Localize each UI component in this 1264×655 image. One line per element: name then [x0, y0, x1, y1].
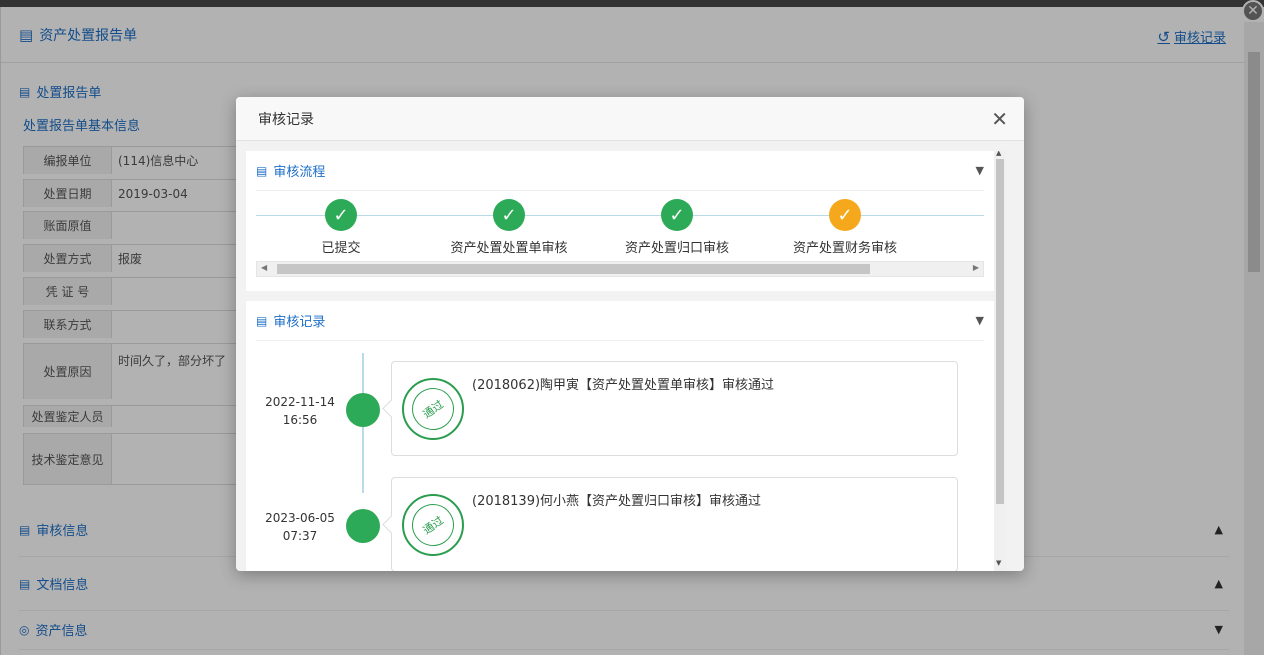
flow-title: 审核流程: [273, 165, 326, 180]
record-time: 07:37: [282, 529, 318, 543]
modal-title: 审核记录: [258, 111, 314, 128]
modal-scrollbar-thumb[interactable]: [996, 159, 1004, 504]
approved-stamp: 通过: [402, 494, 464, 556]
close-icon[interactable]: ✕: [991, 107, 1008, 131]
flow-scrollbar-thumb[interactable]: [277, 264, 870, 274]
record-date: 2022-11-14: [265, 395, 335, 409]
record-datetime: 2023-06-05 07:37: [256, 509, 344, 545]
flow-step: ✓ 资产处置财务审核: [760, 199, 930, 256]
step-label: 资产处置处置单审核: [450, 241, 568, 256]
timeline-dot: [346, 509, 380, 543]
check-icon: ✓: [661, 199, 693, 231]
audit-records-card: ▤ 审核记录 ▼ 2022-11-14 16:56 通过 (2018062)陶甲寅…: [246, 301, 994, 571]
flow-step: ✓ 资产处置归口审核: [592, 199, 762, 256]
check-icon: ✓: [325, 199, 357, 231]
approved-stamp: 通过: [402, 378, 464, 440]
audit-records-header[interactable]: ▤ 审核记录 ▼: [256, 301, 984, 341]
step-label: 资产处置归口审核: [624, 241, 729, 256]
records-title: 审核记录: [273, 315, 326, 330]
modal-vertical-scrollbar[interactable]: ▲ ▼: [994, 151, 1006, 571]
stamp-text: 通过: [403, 495, 463, 555]
document-icon: ▤: [256, 163, 268, 178]
record-text: (2018062)陶甲寅【资产处置处置单审核】审核通过: [472, 378, 775, 393]
check-icon: ✓: [829, 199, 861, 231]
chevron-down-icon[interactable]: ▼: [976, 164, 984, 177]
flow-step: ✓ 已提交: [256, 199, 426, 256]
modal-body: ▤ 审核流程 ▼ ✓ 已提交 ✓ 资产处置处置单审核 ✓ 资产处置归口审核 ✓ …: [246, 151, 1006, 571]
record-card: 通过 (2018062)陶甲寅【资产处置处置单审核】审核通过: [391, 361, 958, 456]
flow-step: ✓ 资产处置处置单审核: [424, 199, 594, 256]
record-text: (2018139)何小燕【资产处置归口审核】审核通过: [472, 494, 762, 509]
audit-flow-card: ▤ 审核流程 ▼ ✓ 已提交 ✓ 资产处置处置单审核 ✓ 资产处置归口审核 ✓ …: [246, 151, 994, 291]
scroll-left-icon[interactable]: ◀: [261, 263, 267, 272]
modal-header: 审核记录 ✕: [236, 97, 1024, 141]
flow-steps: ✓ 已提交 ✓ 资产处置处置单审核 ✓ 资产处置归口审核 ✓ 资产处置财务审核: [256, 191, 984, 261]
scroll-up-icon[interactable]: ▲: [996, 151, 1001, 157]
check-icon: ✓: [493, 199, 525, 231]
document-icon: ▤: [256, 313, 268, 328]
step-label: 已提交: [321, 241, 361, 256]
scroll-down-icon[interactable]: ▼: [996, 559, 1001, 567]
audit-flow-header[interactable]: ▤ 审核流程 ▼: [256, 151, 984, 191]
record-card: 通过 (2018139)何小燕【资产处置归口审核】审核通过: [391, 477, 958, 571]
stamp-text: 通过: [403, 379, 463, 439]
audit-record-modal: 审核记录 ✕ ▤ 审核流程 ▼ ✓ 已提交 ✓ 资产处置处置单审核 ✓ 资产处置…: [236, 97, 1024, 571]
scroll-right-icon[interactable]: ▶: [973, 263, 979, 272]
record-date: 2023-06-05: [265, 511, 335, 525]
step-label: 资产处置财务审核: [792, 241, 897, 256]
flow-horizontal-scrollbar[interactable]: ◀ ▶: [256, 261, 984, 277]
record-time: 16:56: [282, 413, 318, 427]
timeline-dot: [346, 393, 380, 427]
chevron-down-icon[interactable]: ▼: [976, 314, 984, 327]
record-datetime: 2022-11-14 16:56: [256, 393, 344, 429]
